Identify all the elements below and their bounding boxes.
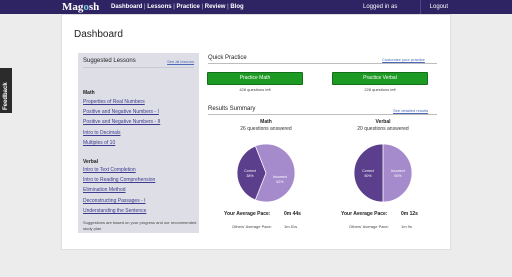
see-detailed-results-link[interactable]: See detailed results (393, 108, 428, 113)
lesson-link[interactable]: Positive and Negative Numbers - I (83, 109, 159, 115)
nav-lessons[interactable]: Lessons (147, 4, 171, 10)
logout-button[interactable]: Logout (420, 0, 448, 14)
feedback-label: Feedback (3, 82, 9, 110)
verbal-correct-label: Correct (362, 169, 374, 173)
lesson-link[interactable]: Deconstructing Passages - I (83, 198, 146, 204)
page-title: Dashboard (74, 29, 123, 40)
nav-practice[interactable]: Practice (177, 4, 200, 10)
lesson-link[interactable]: Intro to Text Completion (83, 167, 136, 173)
logo-text-right: sh (88, 1, 100, 13)
verbal-pie-correct (353, 143, 384, 203)
verbal-incorrect-label: Incorrect (391, 169, 405, 173)
math-results-title: Math (260, 119, 272, 125)
math-results-pie: Correct 38% Incorrect 62% (236, 143, 296, 203)
practice-verbal-button[interactable]: Practice Verbal (332, 72, 428, 85)
math-correct-label: Correct (244, 169, 256, 173)
lesson-link[interactable]: Multiples of 10 (83, 140, 115, 146)
math-others-pace: 1m 51s (284, 224, 298, 229)
verbal-others-pace-label: Others' Average Pace: (349, 224, 389, 229)
math-correct-pct: 38% (246, 174, 254, 178)
verbal-questions-answered: 20 questions answered (357, 126, 409, 132)
verbal-lessons-heading: Verbal (83, 159, 99, 165)
customize-practice-link[interactable]: Customize your practice (382, 57, 425, 62)
lesson-link[interactable]: Elimination Method (83, 187, 126, 193)
nav-blog[interactable]: Blog (230, 4, 243, 10)
verbal-correct-pct: 50% (364, 174, 372, 178)
top-nav-bar: Magosh Dashboard | Lessons | Practice | … (0, 0, 512, 14)
math-others-pace-label: Others' Average Pace: (232, 224, 272, 229)
nav-review[interactable]: Review (205, 4, 226, 10)
lesson-link[interactable]: Positive and Negative Numbers - II (83, 119, 160, 125)
verbal-questions-left: 228 questions left (364, 87, 396, 92)
results-summary-heading: Results Summary (208, 106, 256, 112)
math-incorrect-label: Incorrect (273, 175, 287, 179)
verbal-results-title: Verbal (375, 119, 391, 125)
dashboard-card: Dashboard Suggested Lessons See all less… (61, 14, 451, 250)
verbal-others-pace: 1m 9s (401, 224, 412, 229)
divider (208, 114, 437, 115)
verbal-your-pace-label: Your Average Pace: (341, 211, 388, 217)
suggested-lessons-heading: Suggested Lessons (83, 58, 136, 64)
quick-practice-heading: Quick Practice (208, 55, 247, 61)
logo[interactable]: Magosh (62, 1, 99, 13)
suggested-lessons-panel: Suggested Lessons See all lessons Math P… (78, 53, 199, 233)
verbal-results-pie: Correct 50% Incorrect 50% (353, 143, 413, 203)
suggestions-note: Suggestions are based on your progress a… (83, 220, 197, 231)
main-nav: Dashboard | Lessons | Practice | Review … (111, 3, 244, 11)
nav-dashboard[interactable]: Dashboard (111, 4, 142, 10)
lesson-link[interactable]: Intro to Decimals (83, 130, 121, 136)
verbal-incorrect-pct: 50% (394, 174, 402, 178)
math-your-pace-label: Your Average Pace: (224, 211, 271, 217)
math-questions-answered: 26 questions answered (240, 126, 292, 132)
math-questions-left: 428 questions left (239, 87, 271, 92)
lesson-link[interactable]: Understanding the Sentence (83, 208, 146, 214)
lesson-link[interactable]: Intro to Reading Comprehension (83, 177, 155, 183)
feedback-tab[interactable]: Feedback (0, 68, 12, 113)
math-incorrect-pct: 62% (276, 180, 284, 184)
divider (208, 63, 437, 64)
see-all-lessons-link[interactable]: See all lessons (167, 59, 194, 64)
math-lessons-heading: Math (83, 90, 95, 96)
logo-text-left: Mag (62, 1, 84, 13)
logged-in-status: Logged in as (363, 4, 398, 10)
practice-math-button[interactable]: Practice Math (207, 72, 303, 85)
lesson-link[interactable]: Properties of Real Numbers (83, 99, 145, 105)
math-your-pace: 0m 44s (284, 211, 301, 217)
divider (83, 67, 194, 68)
verbal-your-pace: 0m 12s (401, 211, 418, 217)
